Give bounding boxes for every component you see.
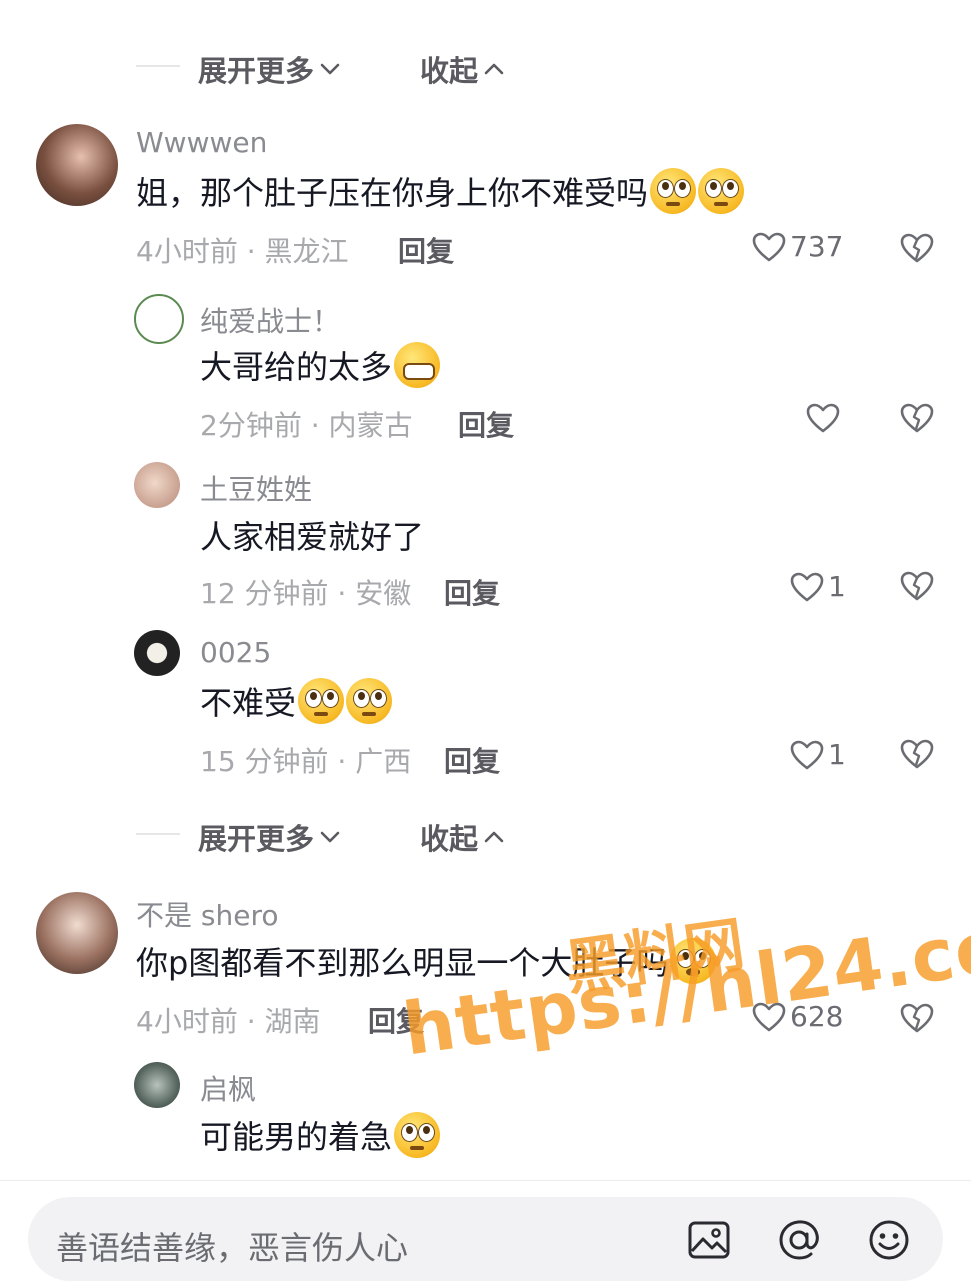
comment-item: 纯爱战士！ 大哥给的太多 2分钟前 · 内蒙古 回复: [0, 292, 971, 442]
like-button[interactable]: 1: [790, 570, 846, 603]
image-icon[interactable]: [686, 1217, 732, 1263]
comment-text-content: 不难受: [200, 684, 297, 722]
comment-meta: 12 分钟前 · 安徽: [200, 577, 412, 610]
heart-icon: [752, 1002, 786, 1031]
dizzy-emoji-icon: [394, 1112, 441, 1158]
chevron-down-icon: [320, 63, 340, 75]
comment-text: 人家相爱就好了: [200, 512, 424, 558]
reply-button[interactable]: 回复: [444, 740, 500, 780]
flushed-emoji-icon: [698, 168, 745, 214]
avatar[interactable]: [134, 630, 180, 676]
comment-item: 土豆姓姓 人家相爱就好了 12 分钟前 · 安徽 回复 1: [0, 460, 971, 610]
comment-text: 姐，那个肚子压在你身上你不难受吗: [136, 168, 745, 214]
comment-username[interactable]: 不是 shero: [136, 894, 279, 934]
collapse-button[interactable]: 收起: [420, 48, 506, 90]
comment-item: 0025 不难受 15 分钟前 · 广西 回复 1: [0, 628, 971, 778]
flushed-emoji-icon: [298, 678, 345, 724]
comment-meta: 4小时前 · 黑龙江: [136, 235, 349, 268]
reply-button[interactable]: 回复: [368, 1000, 424, 1040]
heart-icon: [790, 740, 824, 769]
collapse-label: 收起: [420, 822, 479, 856]
like-count: 1: [828, 738, 846, 771]
comment-text: 大哥给的太多: [200, 342, 441, 388]
avatar[interactable]: [36, 892, 118, 974]
comment-text-content: 大哥给的太多: [200, 348, 393, 386]
comment-item: 启枫 可能男的着急: [0, 1060, 971, 1178]
expand-more-label: 展开更多: [198, 822, 315, 856]
expand-row-1: 展开更多 收起: [0, 36, 971, 96]
broken-heart-icon[interactable]: [900, 402, 934, 434]
comment-meta: 15 分钟前 · 广西: [200, 745, 412, 778]
comment-meta: 4小时前 · 湖南: [136, 1005, 321, 1038]
like-button[interactable]: 1: [790, 738, 846, 771]
flushed-emoji-icon: [650, 168, 697, 214]
avatar[interactable]: [36, 124, 118, 206]
comment-input-placeholder: 善语结善缘，恶言伤人心: [56, 1229, 409, 1267]
like-button[interactable]: 628: [752, 1000, 843, 1033]
comment-username[interactable]: 土豆姓姓: [200, 468, 312, 508]
reply-button[interactable]: 回复: [444, 572, 500, 612]
comment-text: 可能男的着急: [200, 1112, 441, 1158]
avatar[interactable]: [134, 462, 180, 508]
avatar[interactable]: [134, 294, 184, 344]
like-count: 1: [828, 570, 846, 603]
collapse-button[interactable]: 收起: [420, 816, 506, 858]
chevron-up-icon: [484, 63, 504, 75]
like-button[interactable]: 737: [752, 230, 843, 263]
broken-heart-icon[interactable]: [900, 1002, 934, 1034]
avatar[interactable]: [134, 1062, 180, 1108]
expand-more-button[interactable]: 展开更多: [198, 48, 342, 90]
comment-item: 不是 shero 你p图都看不到那么明显一个大肚子吗 4小时前 · 湖南 回复 …: [0, 888, 971, 1038]
comment-text-content: 人家相爱就好了: [200, 518, 425, 556]
heart-icon: [752, 232, 786, 261]
broken-heart-icon[interactable]: [900, 232, 934, 264]
comment-input-bar: 善语结善缘，恶言伤人心: [0, 1180, 971, 1281]
comment-meta: 2分钟前 · 内蒙古: [200, 409, 413, 442]
chevron-down-icon: [320, 831, 340, 843]
grimace-sweat-emoji-icon: [394, 342, 441, 388]
heart-icon: [790, 572, 824, 601]
comment-text: 不难受: [200, 678, 393, 724]
broken-heart-icon[interactable]: [900, 570, 934, 602]
emoji-icon[interactable]: [866, 1217, 912, 1263]
divider-line: [136, 65, 180, 67]
divider-line: [136, 833, 180, 835]
flushed-emoji-icon: [346, 678, 393, 724]
expand-more-button[interactable]: 展开更多: [198, 816, 342, 858]
comment-text-content: 你p图都看不到那么明显一个大肚子吗: [136, 944, 669, 982]
comment-username[interactable]: 纯爱战士！: [200, 300, 340, 340]
chevron-up-icon: [484, 831, 504, 843]
expand-row-2: 展开更多 收起: [0, 804, 971, 864]
comment-username[interactable]: 0025: [200, 636, 271, 669]
comment-username[interactable]: 启枫: [200, 1068, 256, 1108]
heart-icon: [806, 403, 840, 433]
like-button[interactable]: [806, 402, 844, 434]
comment-username[interactable]: Wwwwen: [136, 126, 267, 159]
like-count: 737: [790, 230, 844, 263]
at-icon[interactable]: [776, 1217, 822, 1263]
comment-text-content: 姐，那个肚子压在你身上你不难受吗: [136, 174, 649, 212]
reply-button[interactable]: 回复: [458, 404, 514, 444]
astonished-emoji-icon: [670, 938, 717, 984]
expand-more-label: 展开更多: [198, 54, 315, 88]
comment-text-content: 可能男的着急: [200, 1118, 393, 1156]
comment-item: Wwwwen 姐，那个肚子压在你身上你不难受吗 4小时前 · 黑龙江 回复 73…: [0, 120, 971, 270]
broken-heart-icon[interactable]: [900, 738, 934, 770]
comment-text: 你p图都看不到那么明显一个大肚子吗: [136, 938, 717, 984]
reply-button[interactable]: 回复: [398, 230, 454, 270]
collapse-label: 收起: [420, 54, 479, 88]
like-count: 628: [790, 1000, 844, 1033]
